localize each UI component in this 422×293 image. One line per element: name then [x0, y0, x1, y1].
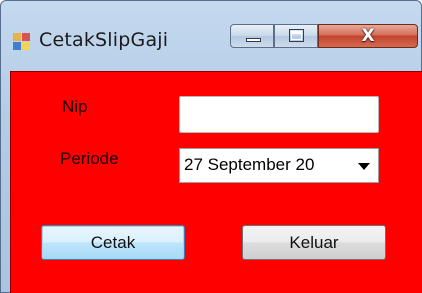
dropdown-arrow-icon[interactable] [358, 163, 370, 170]
close-button[interactable]: X [318, 24, 418, 48]
maximize-icon [289, 29, 304, 42]
maximize-button[interactable] [274, 24, 318, 48]
cetak-button[interactable]: Cetak [41, 225, 185, 260]
keluar-button[interactable]: Keluar [242, 225, 386, 260]
periode-label: Periode [60, 149, 119, 168]
minimize-button[interactable] [230, 24, 274, 48]
close-icon: X [361, 26, 375, 46]
app-window: CetakSlipGaji X Nip Periode 27 September… [0, 0, 422, 293]
title-bar[interactable]: CetakSlipGaji X [1, 1, 421, 62]
minimize-icon [246, 38, 261, 42]
periode-value: 27 September 20 [184, 155, 315, 174]
window-title: CetakSlipGaji [39, 29, 169, 51]
periode-date-picker[interactable]: 27 September 20 [179, 148, 379, 183]
form-client-area: Nip Periode 27 September 20 Cetak Keluar [10, 71, 422, 293]
caption-buttons: X [230, 24, 418, 48]
app-icon[interactable] [13, 33, 31, 51]
nip-label: Nip [62, 97, 88, 116]
nip-input[interactable] [179, 96, 379, 133]
